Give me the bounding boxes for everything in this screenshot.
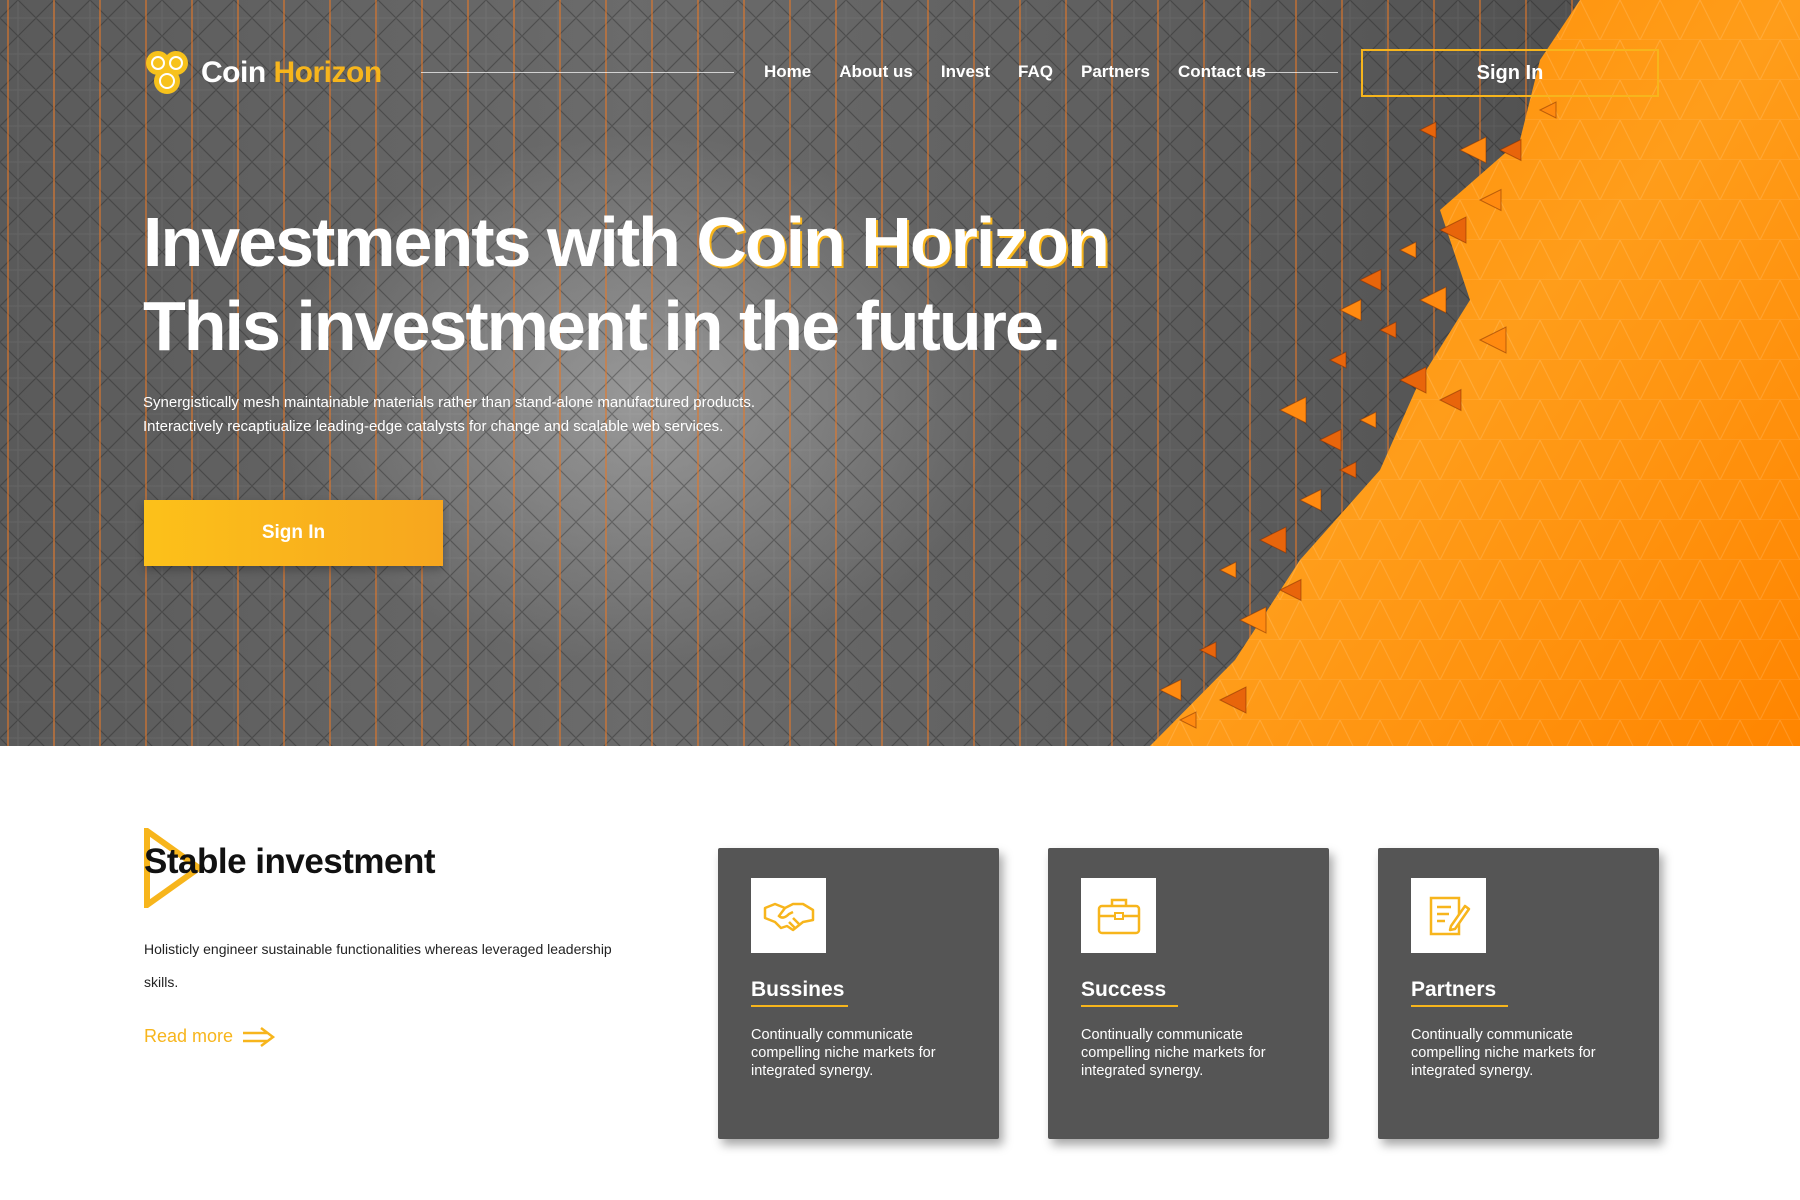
card-title-underline bbox=[751, 1005, 848, 1007]
stable-investment-title: Stable investment bbox=[144, 842, 436, 881]
card-text: Continually communicate compelling niche… bbox=[1081, 1027, 1266, 1079]
card-icon-container bbox=[1411, 878, 1486, 953]
document-edit-icon bbox=[1429, 896, 1470, 935]
handshake-icon bbox=[763, 902, 814, 931]
card-text: Continually communicate compelling niche… bbox=[751, 1027, 936, 1079]
nav-divider-left bbox=[421, 72, 734, 73]
arrow-right-icon bbox=[243, 1026, 276, 1047]
hero-title: Investments with Coin Horizon This inves… bbox=[143, 200, 1110, 368]
nav-home[interactable]: Home bbox=[750, 60, 825, 84]
coins-icon bbox=[143, 48, 191, 98]
read-more-label: Read more bbox=[144, 1026, 234, 1046]
nav-faq[interactable]: FAQ bbox=[1004, 60, 1067, 84]
stable-investment-text: Holisticly engineer sustainable function… bbox=[144, 941, 612, 990]
nav-invest[interactable]: Invest bbox=[927, 60, 1004, 84]
hero-description: Synergistically mesh maintainable materi… bbox=[143, 391, 755, 439]
nav-partners[interactable]: Partners bbox=[1067, 60, 1164, 84]
read-more-link[interactable]: Read more bbox=[144, 1026, 276, 1047]
brand-name-part1: Coin bbox=[201, 56, 266, 89]
card-title: Bussines bbox=[751, 978, 845, 1001]
card-text: Continually communicate compelling niche… bbox=[1411, 1027, 1596, 1079]
feature-card-partners[interactable]: Partners Continually communicate compell… bbox=[1378, 848, 1659, 1139]
hero-title-line2: This investment in the future. bbox=[143, 287, 1061, 365]
feature-card-success[interactable]: Success Continually communicate compelli… bbox=[1048, 848, 1329, 1139]
card-title-underline bbox=[1411, 1005, 1508, 1007]
nav-about-us[interactable]: About us bbox=[825, 60, 927, 84]
hero-title-line1-part1: Investments with bbox=[143, 203, 697, 281]
feature-card-business[interactable]: Bussines Continually communicate compell… bbox=[718, 848, 999, 1139]
logo[interactable]: Coin Horizon bbox=[143, 48, 382, 98]
brand-name: Coin Horizon bbox=[201, 56, 382, 90]
brand-name-part2: Horizon bbox=[273, 56, 383, 89]
hero-section: Coin Horizon Home About us Invest FAQ Pa… bbox=[0, 0, 1800, 746]
card-icon-container bbox=[751, 878, 826, 953]
nav-divider-right bbox=[1252, 72, 1338, 73]
card-icon-container bbox=[1081, 878, 1156, 953]
card-title: Success bbox=[1081, 978, 1167, 1001]
hero-description-line1: Synergistically mesh maintainable materi… bbox=[143, 394, 755, 411]
hero-sign-in-button[interactable]: Sign In bbox=[144, 500, 443, 566]
card-title-underline bbox=[1081, 1005, 1178, 1007]
hero-title-line1: Investments with Coin Horizon bbox=[143, 200, 1110, 284]
header-sign-in-button[interactable]: Sign In bbox=[1361, 49, 1659, 97]
main-nav: Home About us Invest FAQ Partners Contac… bbox=[750, 60, 1280, 84]
hero-orange-shape bbox=[1150, 0, 1800, 746]
hero-title-line1-part2: Coin Horizon bbox=[696, 203, 1109, 281]
briefcase-icon bbox=[1097, 898, 1140, 934]
card-title: Partners bbox=[1411, 978, 1497, 1001]
hero-description-line2: Interactively recaptiualize leading-edge… bbox=[143, 418, 724, 435]
